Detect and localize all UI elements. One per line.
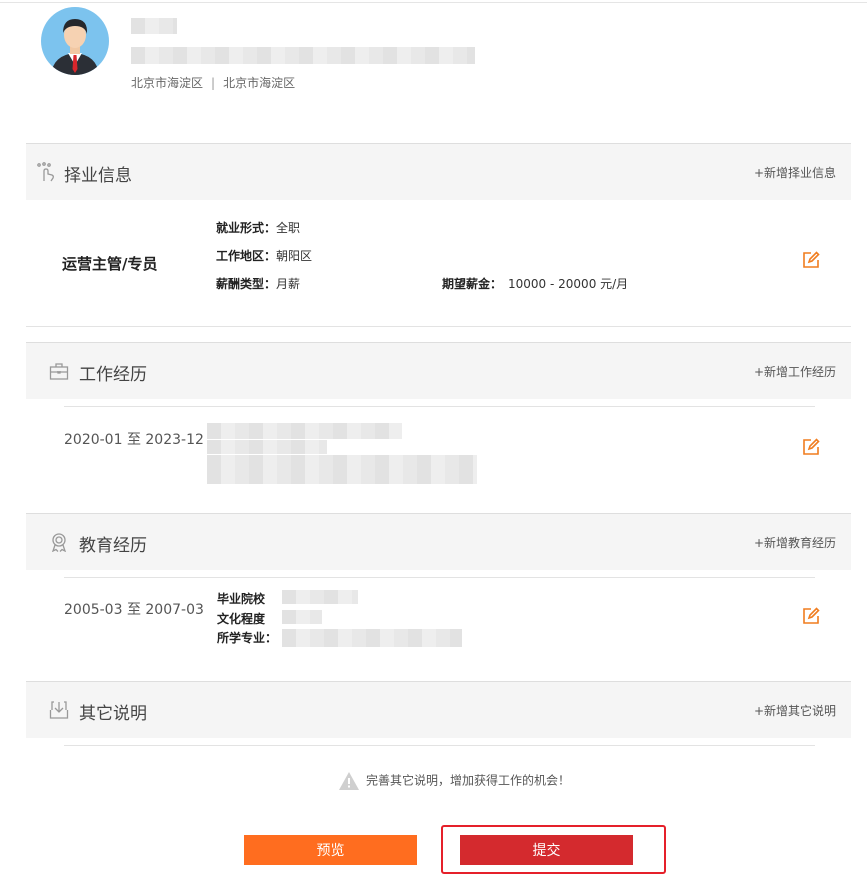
work-description-redacted bbox=[207, 455, 477, 484]
employment-type: 就业形式：全职 bbox=[216, 219, 300, 236]
section-title-education: 教育经历 bbox=[79, 536, 147, 556]
warning-icon bbox=[339, 772, 359, 790]
section-work-experience: 工作经历 +新增工作经历 bbox=[26, 342, 851, 399]
add-education-link[interactable]: +新增教育经历 bbox=[754, 534, 836, 551]
work-position-redacted bbox=[207, 440, 327, 454]
entry-divider bbox=[64, 406, 815, 407]
work-area: 工作地区：朝阳区 bbox=[216, 247, 312, 264]
briefcase-icon bbox=[49, 361, 69, 381]
entry-divider bbox=[64, 745, 815, 746]
degree-label: 文化程度 bbox=[217, 612, 266, 626]
add-job-intention-link[interactable]: +新增择业信息 bbox=[754, 164, 836, 181]
name-redacted bbox=[131, 18, 177, 34]
location-line: 北京市海淀区 | 北京市海淀区 bbox=[131, 74, 295, 91]
work-company-redacted bbox=[207, 423, 402, 439]
hand-icon bbox=[36, 162, 56, 182]
degree-redacted bbox=[282, 610, 322, 624]
work-date-range: 2020-01 至 2023-12 bbox=[64, 432, 204, 448]
school-redacted bbox=[282, 590, 358, 604]
section-other: 其它说明 +新增其它说明 bbox=[26, 681, 851, 738]
salary-type: 薪酬类型：月薪 bbox=[216, 275, 300, 292]
section-title-other: 其它说明 bbox=[79, 704, 147, 724]
section-title-work-experience: 工作经历 bbox=[79, 365, 147, 385]
work-area-value: 朝阳区 bbox=[276, 249, 313, 263]
employment-type-value: 全职 bbox=[276, 221, 301, 235]
expected-salary-label: 期望薪金： bbox=[442, 277, 503, 291]
edit-job-intention-icon[interactable] bbox=[802, 251, 820, 269]
employment-type-label: 就业形式： bbox=[216, 221, 277, 235]
section-divider bbox=[26, 326, 851, 327]
contact-info-redacted bbox=[131, 47, 475, 64]
education-date-range: 2005-03 至 2007-03 bbox=[64, 602, 204, 618]
section-title-job-intention: 择业信息 bbox=[64, 166, 132, 186]
inbox-download-icon bbox=[49, 700, 69, 720]
current-location: 北京市海淀区 bbox=[131, 76, 204, 90]
add-work-experience-link[interactable]: +新增工作经历 bbox=[754, 363, 836, 380]
salary-type-value: 月薪 bbox=[276, 277, 301, 291]
edit-work-experience-icon[interactable] bbox=[802, 438, 820, 456]
add-other-link[interactable]: +新增其它说明 bbox=[754, 702, 836, 719]
expected-salary-value: 10000 - 20000 元/月 bbox=[508, 277, 629, 291]
major-label: 所学专业： bbox=[217, 631, 278, 645]
school-label: 毕业院校 bbox=[217, 592, 266, 606]
other-tip-text: 完善其它说明，增加获得工作的机会！ bbox=[366, 773, 571, 788]
top-border bbox=[0, 2, 867, 3]
salary-type-label: 薪酬类型： bbox=[216, 277, 277, 291]
major-redacted bbox=[282, 629, 462, 647]
award-icon bbox=[49, 532, 69, 553]
avatar bbox=[41, 7, 109, 75]
preview-button[interactable]: 预览 bbox=[244, 835, 417, 865]
section-job-intention: 择业信息 +新增择业信息 bbox=[26, 143, 851, 200]
other-tip: 完善其它说明，增加获得工作的机会！ bbox=[338, 771, 570, 791]
submit-highlight-frame bbox=[441, 825, 666, 874]
work-area-label: 工作地区： bbox=[216, 249, 277, 263]
job-position: 运营主管/专员 bbox=[62, 255, 158, 273]
section-education: 教育经历 +新增教育经历 bbox=[26, 513, 851, 570]
location-separator: | bbox=[211, 76, 216, 90]
edit-education-icon[interactable] bbox=[802, 607, 820, 625]
home-location: 北京市海淀区 bbox=[223, 76, 296, 90]
entry-divider bbox=[64, 577, 815, 578]
expected-salary: 期望薪金： 10000 - 20000 元/月 bbox=[442, 275, 628, 292]
